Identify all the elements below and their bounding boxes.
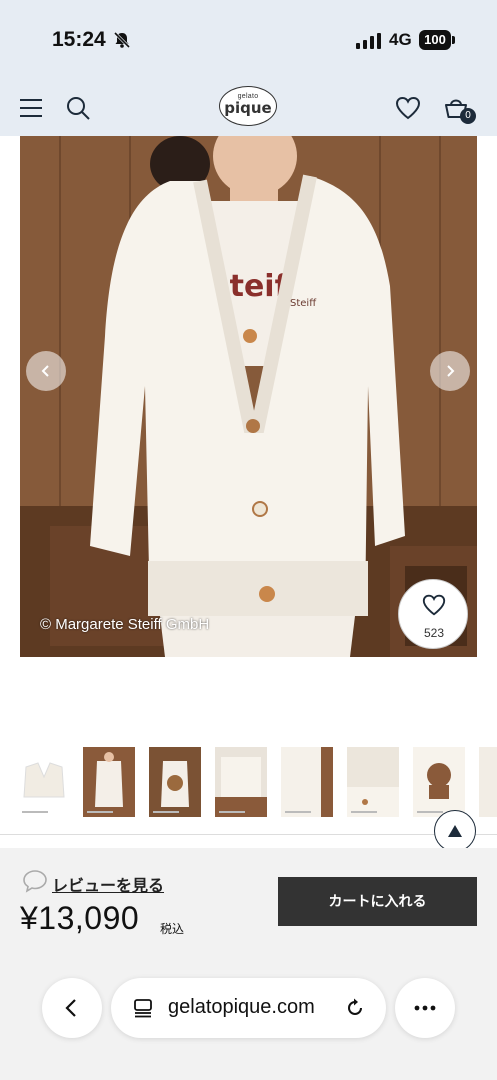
thumbnail-caption <box>285 811 311 813</box>
chevron-left-icon <box>41 365 49 377</box>
product-price: ¥13,090 <box>20 900 140 936</box>
thumbnail-caption <box>153 811 179 813</box>
speech-bubble-icon <box>23 870 47 893</box>
thumbnail-1[interactable] <box>18 747 70 817</box>
browser-toolbar: gelatopique.com <box>0 960 497 1080</box>
thumbnail-image <box>18 747 70 817</box>
thumbnail-3[interactable] <box>149 747 201 817</box>
thumbnail-2[interactable] <box>83 747 135 817</box>
prev-image-button[interactable] <box>26 351 66 391</box>
favorite-count: 523 <box>423 626 445 640</box>
logo-main-text: pique <box>224 99 272 117</box>
thumbnail-image <box>479 747 497 817</box>
site-logo[interactable]: gelato pique <box>219 86 277 126</box>
thumbnail-4[interactable] <box>215 747 267 817</box>
address-bar[interactable]: gelatopique.com <box>111 978 386 1038</box>
bell-muted-icon <box>113 31 131 49</box>
thumbnail-strip <box>0 740 497 820</box>
chevron-right-icon <box>447 365 455 377</box>
thumbnail-6[interactable] <box>347 747 399 817</box>
url-text: gelatopique.com <box>168 996 315 1018</box>
back-button[interactable] <box>42 978 102 1038</box>
review-link-label: レビューを見る <box>52 878 165 895</box>
battery-tip <box>452 36 455 44</box>
thumbnail-7[interactable] <box>413 747 465 817</box>
page-icon <box>134 999 152 1018</box>
svg-text:Steiff: Steiff <box>290 298 317 309</box>
thumbnail-5[interactable] <box>281 747 333 817</box>
status-bar: 15:24 4G 100 <box>0 0 497 80</box>
tax-label: 税込 <box>160 922 185 936</box>
product-photo: Steif Steiff <box>20 136 477 657</box>
thumbnail-image <box>281 747 333 817</box>
signal-icon <box>356 33 381 49</box>
heart-icon[interactable] <box>394 94 422 122</box>
heart-icon <box>422 594 446 616</box>
image-copyright: © Margarete Steiff GmbH <box>40 616 210 633</box>
chevron-left-icon <box>65 999 76 1017</box>
network-type: 4G <box>389 30 412 49</box>
thumbnail-image <box>83 747 135 817</box>
more-button[interactable] <box>395 978 455 1038</box>
add-to-cart-button[interactable]: カートに入れる <box>278 877 477 926</box>
thumbnail-caption <box>351 811 377 813</box>
thumbnail-caption <box>219 811 245 813</box>
menu-icon[interactable] <box>18 94 46 122</box>
reload-icon[interactable] <box>344 997 366 1019</box>
thumbnail-8[interactable] <box>479 747 497 817</box>
cart-count-badge: 0 <box>460 108 476 124</box>
battery-icon: 100 <box>419 30 451 50</box>
divider <box>0 834 497 835</box>
status-time: 15:24 <box>52 28 106 51</box>
search-icon[interactable] <box>64 94 92 122</box>
thumbnail-image <box>413 747 465 817</box>
thumbnail-caption <box>22 811 48 813</box>
thumbnail-image <box>149 747 201 817</box>
scroll-to-top-button[interactable] <box>434 810 476 852</box>
favorite-button[interactable]: 523 <box>398 579 468 649</box>
thumbnail-caption <box>87 811 113 813</box>
thumbnail-image <box>215 747 267 817</box>
next-image-button[interactable] <box>430 351 470 391</box>
thumbnail-caption <box>417 811 443 813</box>
product-image-carousel[interactable]: Steif Steiff © Margarete Steiff GmbH 523 <box>20 136 477 657</box>
more-dots-icon <box>414 1005 436 1011</box>
site-header: gelato pique 0 <box>0 80 497 136</box>
triangle-up-icon <box>448 825 462 837</box>
thumbnail-image <box>347 747 399 817</box>
